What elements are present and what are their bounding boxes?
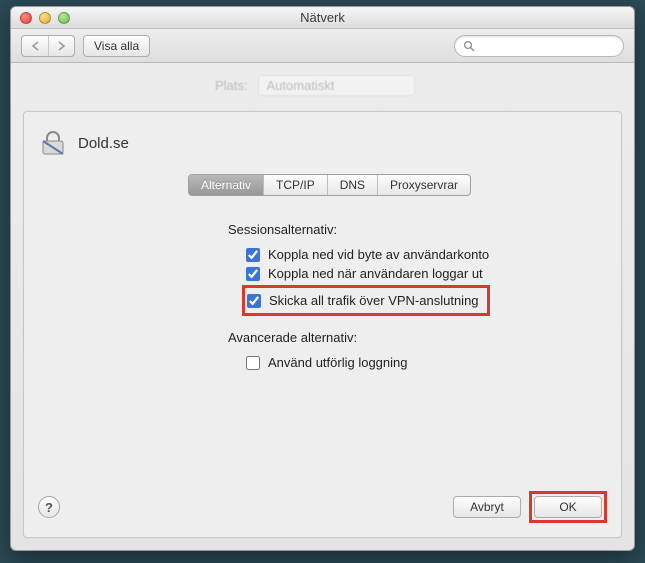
tab-alternativ[interactable]: Alternativ — [189, 175, 264, 195]
tab-dns[interactable]: DNS — [328, 175, 378, 195]
tab-bar: Alternativ TCP/IP DNS Proxyservrar — [188, 174, 471, 196]
show-all-label: Visa alla — [94, 39, 139, 53]
back-button[interactable] — [22, 36, 48, 56]
window-title: Nätverk — [11, 10, 634, 25]
tab-label: Alternativ — [201, 178, 251, 192]
cancel-label: Avbryt — [470, 500, 504, 514]
sheet-footer: ? Avbryt OK — [24, 481, 621, 537]
chevron-left-icon — [31, 41, 40, 51]
advanced-options-label: Avancerade alternativ: — [228, 330, 601, 345]
help-icon: ? — [45, 500, 53, 515]
search-input[interactable] — [479, 39, 634, 53]
option-disconnect-on-logout: Koppla ned när användaren loggar ut — [228, 264, 601, 283]
search-icon — [463, 40, 475, 52]
content-area: Plats: Automatiskt Wi-Fi Bluetooth-PAN T… — [11, 63, 634, 550]
toolbar: Visa alla — [11, 29, 634, 63]
advanced-sheet: Dold.se Alternativ TCP/IP DNS Proxyservr… — [23, 111, 622, 538]
tab-label: DNS — [340, 178, 365, 192]
option-send-all-traffic: Skicka all trafik över VPN-anslutning — [247, 291, 479, 310]
option-verbose-logging: Använd utförlig loggning — [228, 353, 601, 372]
cancel-button[interactable]: Avbryt — [453, 496, 521, 518]
show-all-button[interactable]: Visa alla — [83, 35, 150, 57]
vpn-lock-icon — [38, 128, 68, 158]
checkbox-disconnect-on-logout[interactable] — [246, 267, 260, 281]
zoom-window-button[interactable] — [58, 12, 70, 24]
nav-segmented-control — [21, 35, 75, 57]
option-label: Använd utförlig loggning — [268, 355, 408, 370]
highlight-send-all-traffic: Skicka all trafik över VPN-anslutning — [242, 285, 490, 316]
ok-button[interactable]: OK — [534, 496, 602, 518]
highlight-ok: OK — [529, 491, 607, 523]
titlebar: Nätverk — [11, 7, 634, 29]
tab-label: Proxyservrar — [390, 178, 458, 192]
minimize-window-button[interactable] — [39, 12, 51, 24]
network-preferences-window: Nätverk Visa alla Plats: Automa — [10, 6, 635, 551]
ok-label: OK — [559, 500, 576, 514]
checkbox-send-all-traffic[interactable] — [247, 294, 261, 308]
search-field[interactable] — [454, 35, 624, 57]
session-options-label: Sessionsalternativ: — [228, 222, 601, 237]
close-window-button[interactable] — [20, 12, 32, 24]
tab-tcpip[interactable]: TCP/IP — [264, 175, 328, 195]
option-label: Koppla ned när användaren loggar ut — [268, 266, 483, 281]
option-disconnect-on-user-switch: Koppla ned vid byte av användarkonto — [228, 245, 601, 264]
checkbox-disconnect-on-user-switch[interactable] — [246, 248, 260, 262]
options-panel: Sessionsalternativ: Koppla ned vid byte … — [24, 196, 621, 372]
option-label: Koppla ned vid byte av användarkonto — [268, 247, 489, 262]
vpn-header: Dold.se — [24, 112, 621, 168]
tab-label: TCP/IP — [276, 178, 315, 192]
option-label: Skicka all trafik över VPN-anslutning — [269, 293, 479, 308]
chevron-right-icon — [57, 41, 66, 51]
tab-proxyservrar[interactable]: Proxyservrar — [378, 175, 470, 195]
forward-button[interactable] — [48, 36, 74, 56]
window-controls — [11, 12, 70, 24]
vpn-connection-name: Dold.se — [78, 135, 129, 152]
help-button[interactable]: ? — [38, 496, 60, 518]
checkbox-verbose-logging[interactable] — [246, 356, 260, 370]
